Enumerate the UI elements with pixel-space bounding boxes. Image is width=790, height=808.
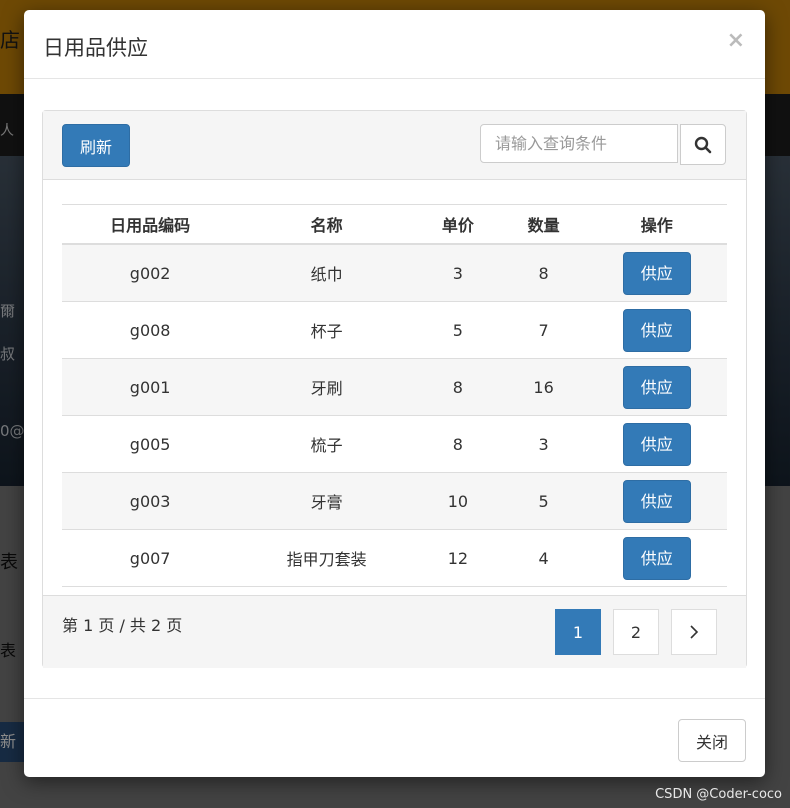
next-page-button[interactable] (671, 609, 717, 655)
close-button[interactable]: 关闭 (678, 719, 746, 762)
cell-name: 纸巾 (238, 244, 416, 302)
cell-code: g007 (62, 529, 239, 587)
cell-action: 供应 (586, 415, 727, 473)
table-row: g001 牙刷 8 16 供应 (62, 358, 727, 416)
cell-name: 梳子 (238, 415, 416, 473)
cell-code: g001 (62, 358, 239, 416)
table-row: g003 牙膏 10 5 供应 (62, 472, 727, 530)
page-button-1[interactable]: 1 (555, 609, 601, 655)
cell-name: 牙刷 (238, 358, 416, 416)
cell-price: 3 (415, 244, 501, 302)
cell-action: 供应 (586, 358, 727, 416)
column-header-quantity: 数量 (500, 204, 587, 245)
search-icon (694, 136, 712, 153)
cell-code: g003 (62, 472, 239, 530)
page-button-2[interactable]: 2 (613, 609, 659, 655)
modal-header: 日用品供应 × (24, 10, 765, 79)
supply-button[interactable]: 供应 (622, 536, 691, 580)
column-header-code: 日用品编码 (62, 204, 239, 245)
page-info: 第 1 页 / 共 2 页 (62, 616, 183, 635)
supply-button[interactable]: 供应 (622, 251, 691, 295)
table-row: g007 指甲刀套装 12 4 供应 (62, 529, 727, 587)
close-icon[interactable]: × (727, 28, 745, 53)
table-row: g002 纸巾 3 8 供应 (62, 244, 727, 302)
cell-name: 牙膏 (238, 472, 416, 530)
table-row: g008 杯子 5 7 供应 (62, 301, 727, 359)
table-toolbar: 刷新 (43, 111, 746, 180)
modal-title: 日用品供应 (43, 36, 148, 60)
modal-footer: 关闭 (24, 698, 765, 778)
cell-action: 供应 (586, 244, 727, 302)
cell-quantity: 7 (500, 301, 587, 359)
cell-price: 8 (415, 358, 501, 416)
cell-name: 杯子 (238, 301, 416, 359)
cell-action: 供应 (586, 529, 727, 587)
pagination: 1 2 (555, 609, 717, 655)
cell-quantity: 5 (500, 472, 587, 530)
refresh-button[interactable]: 刷新 (62, 124, 130, 167)
cell-price: 5 (415, 301, 501, 359)
table-panel: 刷新 日用品编码 名称 单价 数量 操作 (42, 110, 747, 668)
cell-code: g008 (62, 301, 239, 359)
chevron-right-icon (690, 625, 699, 639)
cell-code: g002 (62, 244, 239, 302)
supply-button[interactable]: 供应 (622, 479, 691, 523)
cell-price: 10 (415, 472, 501, 530)
watermark: CSDN @Coder-coco (655, 787, 782, 802)
cell-quantity: 4 (500, 529, 587, 587)
column-header-name: 名称 (238, 204, 416, 245)
search-input[interactable] (480, 124, 678, 163)
supply-button[interactable]: 供应 (622, 365, 691, 409)
supply-modal: 日用品供应 × 刷新 日用品编码 名称 单价 数量 操作 (24, 10, 765, 777)
column-header-action: 操作 (586, 204, 727, 245)
cell-quantity: 3 (500, 415, 587, 473)
pagination-bar: 第 1 页 / 共 2 页 1 2 (43, 595, 746, 668)
cell-name: 指甲刀套装 (238, 529, 416, 587)
cell-action: 供应 (586, 472, 727, 530)
table-row: g005 梳子 8 3 供应 (62, 415, 727, 473)
column-header-price: 单价 (415, 204, 501, 245)
goods-table: 日用品编码 名称 单价 数量 操作 g002 纸巾 3 8 供应 g008 杯子 (62, 204, 727, 587)
cell-code: g005 (62, 415, 239, 473)
cell-quantity: 16 (500, 358, 587, 416)
cell-price: 8 (415, 415, 501, 473)
search-button[interactable] (680, 124, 726, 165)
supply-button[interactable]: 供应 (622, 308, 691, 352)
cell-price: 12 (415, 529, 501, 587)
cell-quantity: 8 (500, 244, 587, 302)
supply-button[interactable]: 供应 (622, 422, 691, 466)
cell-action: 供应 (586, 301, 727, 359)
table-header-row: 日用品编码 名称 单价 数量 操作 (62, 204, 727, 245)
